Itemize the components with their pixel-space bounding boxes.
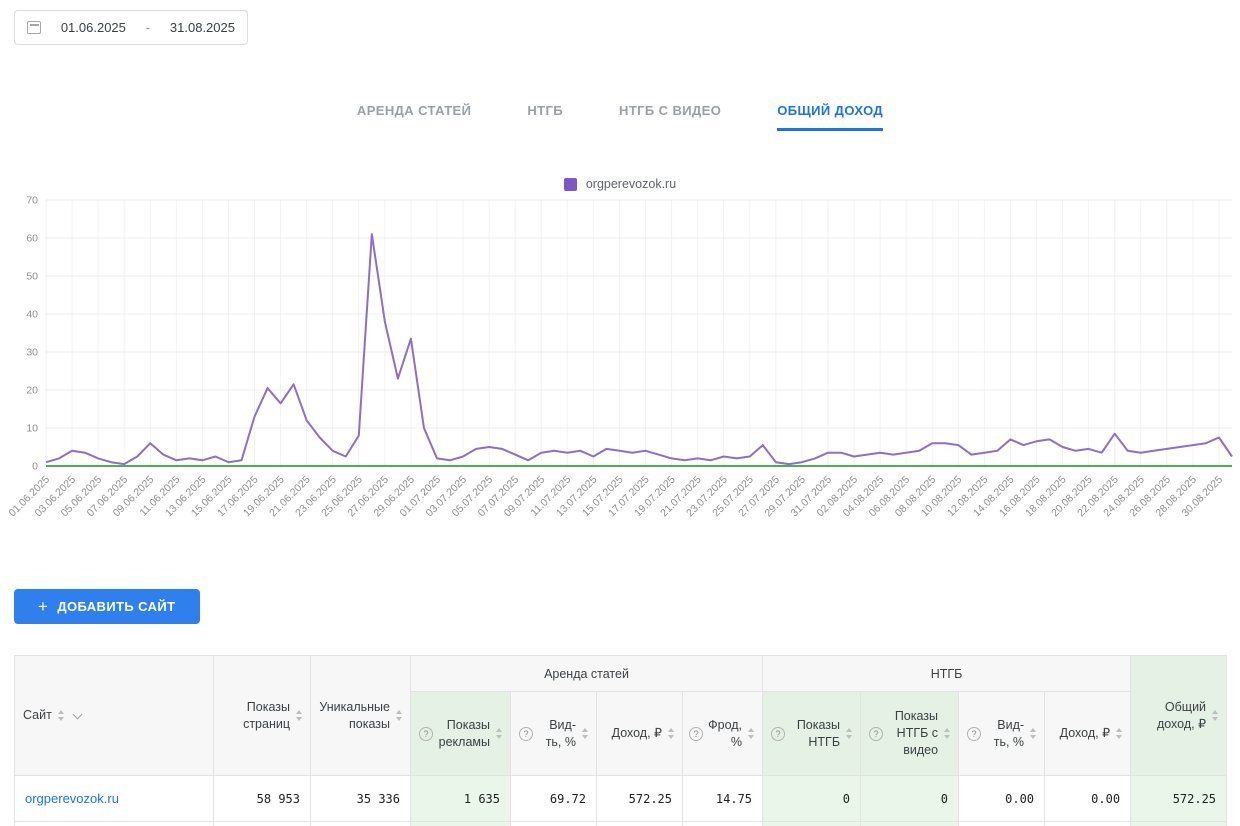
date-separator: -: [146, 20, 150, 35]
revenue-chart: 01.06.202503.06.202505.06.202507.06.2025…: [0, 194, 1240, 556]
tab-total-income[interactable]: ОБЩИЙ ДОХОД: [777, 103, 883, 131]
svg-text:20: 20: [26, 385, 38, 397]
column-label-ntgb-video-shows: Показы НТГБ с видео: [888, 708, 938, 759]
fraud-cell: 14.75: [683, 776, 763, 822]
chevron-down-icon[interactable]: [72, 709, 82, 719]
help-icon[interactable]: ?: [689, 727, 703, 741]
column-header-ntgb-video-shows[interactable]: ? Показы НТГБ с видео: [861, 692, 959, 776]
help-icon[interactable]: ?: [519, 727, 533, 741]
column-label-unique-views: Уникальные показы: [319, 699, 390, 733]
svg-text:70: 70: [26, 195, 38, 207]
sort-icon[interactable]: [944, 728, 950, 739]
column-header-income-arenda[interactable]: Доход, ₽: [597, 692, 683, 776]
report-tabs: АРЕНДА СТАТЕЙ НТГБ НТГБ С ВИДЕО ОБЩИЙ ДО…: [0, 103, 1240, 131]
sort-icon[interactable]: [1030, 728, 1036, 739]
svg-text:50: 50: [26, 271, 38, 283]
sort-icon[interactable]: [496, 728, 502, 739]
table-row-partial: [15, 822, 1227, 826]
sort-icon[interactable]: [296, 710, 302, 721]
column-header-visibility-ntgb[interactable]: ? Вид-ть, %: [959, 692, 1045, 776]
date-start[interactable]: 01.06.2025: [61, 20, 126, 35]
income-ntgb-cell: 0.00: [1045, 776, 1131, 822]
plus-icon: +: [38, 598, 48, 615]
sort-icon[interactable]: [846, 728, 852, 739]
add-site-button[interactable]: + ДОБАВИТЬ САЙТ: [14, 589, 200, 624]
ntgb-shows-cell: 0: [763, 776, 861, 822]
column-label-fraud: Фрод, %: [708, 717, 742, 751]
sort-icon[interactable]: [396, 710, 402, 721]
svg-text:40: 40: [26, 309, 38, 321]
ntgb-video-shows-cell: 0: [861, 776, 959, 822]
column-label-total-income: Общий доход, ₽: [1139, 699, 1206, 733]
unique-views-cell: 35 336: [311, 776, 411, 822]
column-header-site[interactable]: Сайт: [15, 656, 214, 776]
date-range-picker[interactable]: 01.06.2025 - 31.08.2025: [14, 10, 248, 45]
group-header-ntgb: НТГБ: [763, 656, 1131, 692]
column-header-ntgb-shows[interactable]: ? Показы НТГБ: [763, 692, 861, 776]
legend-label: orgperevozok.ru: [586, 177, 676, 191]
sort-icon[interactable]: [1212, 710, 1218, 721]
group-header-arenda: Аренда статей: [411, 656, 763, 692]
tab-ntgb[interactable]: НТГБ: [527, 103, 563, 131]
sort-icon[interactable]: [1116, 728, 1122, 739]
column-label-income-ntgb: Доход, ₽: [1060, 725, 1110, 742]
column-header-income-ntgb[interactable]: Доход, ₽: [1045, 692, 1131, 776]
column-header-unique-views[interactable]: Уникальные показы: [311, 656, 411, 776]
sort-icon[interactable]: [58, 710, 64, 721]
svg-text:60: 60: [26, 233, 38, 245]
help-icon[interactable]: ?: [869, 727, 883, 741]
income-arenda-cell: 572.25: [597, 776, 683, 822]
revenue-chart-svg: 01.06.202503.06.202505.06.202507.06.2025…: [0, 194, 1240, 556]
help-icon[interactable]: ?: [771, 727, 785, 741]
svg-text:0: 0: [32, 461, 38, 473]
help-icon[interactable]: ?: [967, 727, 981, 741]
svg-text:30: 30: [26, 347, 38, 359]
sort-icon[interactable]: [668, 728, 674, 739]
column-label-visibility-arenda: Вид-ть, %: [538, 717, 576, 751]
tab-ntgb-video[interactable]: НТГБ С ВИДЕО: [619, 103, 721, 131]
add-site-button-label: ДОБАВИТЬ САЙТ: [57, 599, 175, 614]
sites-table-wrap: Сайт Показы страниц Уникальные показы Ар…: [14, 655, 1226, 826]
site-link[interactable]: orgperevozok.ru: [25, 791, 119, 806]
ad-shows-cell: 1 635: [411, 776, 511, 822]
total-income-cell: 572.25: [1131, 776, 1227, 822]
column-header-total-income[interactable]: Общий доход, ₽: [1131, 656, 1227, 776]
page-views-cell: 58 953: [214, 776, 311, 822]
column-label-ntgb-shows: Показы НТГБ: [790, 717, 840, 751]
sites-table: Сайт Показы страниц Уникальные показы Ар…: [14, 655, 1227, 826]
table-row: orgperevozok.ru 58 953 35 336 1 635 69.7…: [15, 776, 1227, 822]
column-label-income-arenda: Доход, ₽: [612, 725, 662, 742]
column-label-site: Сайт: [23, 707, 52, 724]
tab-arenda-statei[interactable]: АРЕНДА СТАТЕЙ: [357, 103, 471, 131]
date-end[interactable]: 31.08.2025: [170, 20, 235, 35]
column-label-page-views: Показы страниц: [222, 699, 290, 733]
legend-swatch-icon: [564, 178, 577, 191]
column-header-page-views[interactable]: Показы страниц: [214, 656, 311, 776]
visibility-ntgb-cell: 0.00: [959, 776, 1045, 822]
sort-icon[interactable]: [582, 728, 588, 739]
help-icon[interactable]: ?: [419, 727, 433, 741]
column-label-visibility-ntgb: Вид-ть, %: [986, 717, 1024, 751]
sort-icon[interactable]: [748, 728, 754, 739]
column-header-ad-shows[interactable]: ? Показы рекламы: [411, 692, 511, 776]
visibility-arenda-cell: 69.72: [511, 776, 597, 822]
chart-legend[interactable]: orgperevozok.ru: [0, 177, 1240, 191]
svg-text:10: 10: [26, 423, 38, 435]
calendar-icon: [27, 21, 41, 34]
column-header-fraud[interactable]: ? Фрод, %: [683, 692, 763, 776]
column-label-ad-shows: Показы рекламы: [438, 717, 490, 751]
column-header-visibility-arenda[interactable]: ? Вид-ть, %: [511, 692, 597, 776]
site-cell: orgperevozok.ru: [15, 776, 214, 822]
